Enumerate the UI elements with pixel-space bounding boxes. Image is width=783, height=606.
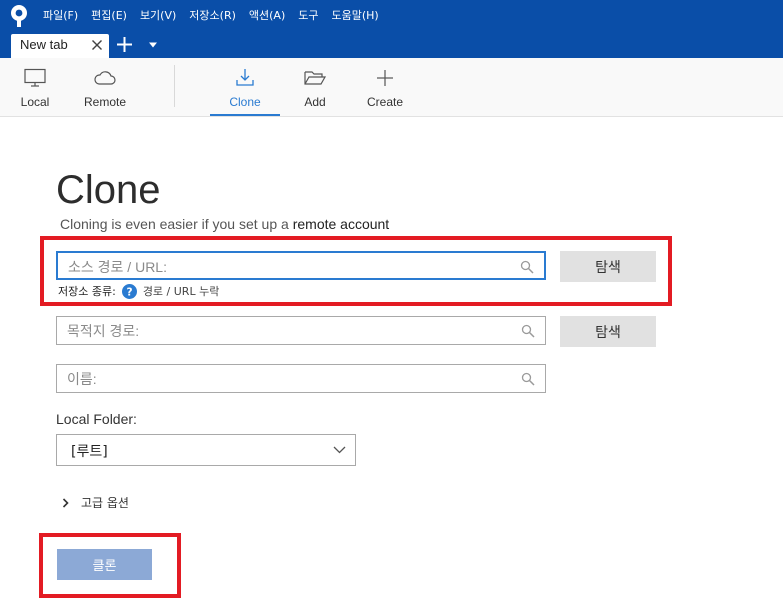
toolbar-divider xyxy=(174,65,175,107)
toolbar-clone-button[interactable]: Clone xyxy=(210,58,280,116)
menu-file[interactable]: 파일(F) xyxy=(43,8,78,24)
remote-account-link[interactable]: remote account xyxy=(293,216,390,232)
plus-icon[interactable] xyxy=(116,36,133,53)
subtitle-text: Cloning is even easier if you set up a xyxy=(60,216,293,232)
advanced-options-label: 고급 옵션 xyxy=(81,496,129,510)
close-icon[interactable] xyxy=(91,39,103,51)
page-title: Clone xyxy=(56,168,161,212)
clone-button[interactable]: 클론 xyxy=(57,549,152,580)
menu-tools[interactable]: 도구 xyxy=(298,8,318,24)
destination-path-field[interactable] xyxy=(56,316,546,345)
toolbar-remote-label: Remote xyxy=(83,95,127,109)
toolbar-create-label: Create xyxy=(366,95,404,109)
advanced-options-toggle[interactable]: 고급 옵션 xyxy=(62,494,129,511)
toolbar-add-button[interactable]: Add xyxy=(294,58,336,116)
monitor-icon xyxy=(24,68,46,87)
chevron-down-icon xyxy=(333,446,346,454)
tab-label: New tab xyxy=(20,37,68,52)
chevron-down-icon[interactable] xyxy=(148,42,158,48)
subtitle: Cloning is even easier if you set up a r… xyxy=(60,216,389,232)
local-folder-label: Local Folder: xyxy=(56,411,137,427)
browse-source-button[interactable]: 탐색 xyxy=(560,251,656,282)
name-field[interactable] xyxy=(56,364,546,393)
cloud-icon xyxy=(94,71,116,85)
menu-repository[interactable]: 저장소(R) xyxy=(189,8,236,24)
help-icon[interactable]: ? xyxy=(121,283,137,299)
chevron-right-icon xyxy=(62,497,69,508)
active-tab-indicator xyxy=(210,114,280,116)
toolbar-create-button[interactable]: Create xyxy=(360,58,410,116)
source-url-input[interactable] xyxy=(68,257,508,277)
repo-type-value: 경로 / URL 누락 xyxy=(142,285,220,298)
toolbar-local-label: Local xyxy=(20,95,50,109)
menu-help[interactable]: 도움말(H) xyxy=(332,8,379,24)
toolbar-add-label: Add xyxy=(304,95,326,109)
download-icon xyxy=(236,69,254,86)
name-input[interactable] xyxy=(67,369,507,389)
menu-actions[interactable]: 액션(A) xyxy=(249,8,285,24)
browse-destination-button[interactable]: 탐색 xyxy=(560,316,656,347)
sourcetree-logo-icon xyxy=(11,5,27,27)
local-folder-select[interactable]: [루트] xyxy=(56,434,356,466)
svg-text:?: ? xyxy=(126,286,132,298)
toolbar-remote-button[interactable]: Remote xyxy=(78,58,132,116)
repository-type: 저장소 종류: ? 경로 / URL 누락 xyxy=(58,283,219,299)
menu-edit[interactable]: 편집(E) xyxy=(91,8,127,24)
toolbar-clone-label: Clone xyxy=(229,95,261,109)
tab-new-tab[interactable]: New tab xyxy=(11,34,109,58)
repo-type-label: 저장소 종류: xyxy=(58,285,116,298)
source-url-field[interactable] xyxy=(56,251,546,280)
local-folder-value: [루트] xyxy=(71,444,108,460)
title-bar: 파일(F) 편집(E) 보기(V) 저장소(R) 액션(A) 도구 도움말(H)… xyxy=(0,0,783,58)
toolbar-local-button[interactable]: Local xyxy=(12,58,58,116)
search-icon xyxy=(520,260,534,274)
folder-open-icon xyxy=(304,71,327,85)
toolbar: Local Remote Clone Add Create xyxy=(0,58,783,117)
menu-view[interactable]: 보기(V) xyxy=(140,8,176,24)
plus-icon xyxy=(377,70,393,86)
destination-path-input[interactable] xyxy=(67,321,507,341)
menu-bar: 파일(F) 편집(E) 보기(V) 저장소(R) 액션(A) 도구 도움말(H) xyxy=(43,8,392,24)
search-icon xyxy=(521,372,535,386)
search-icon xyxy=(521,324,535,338)
